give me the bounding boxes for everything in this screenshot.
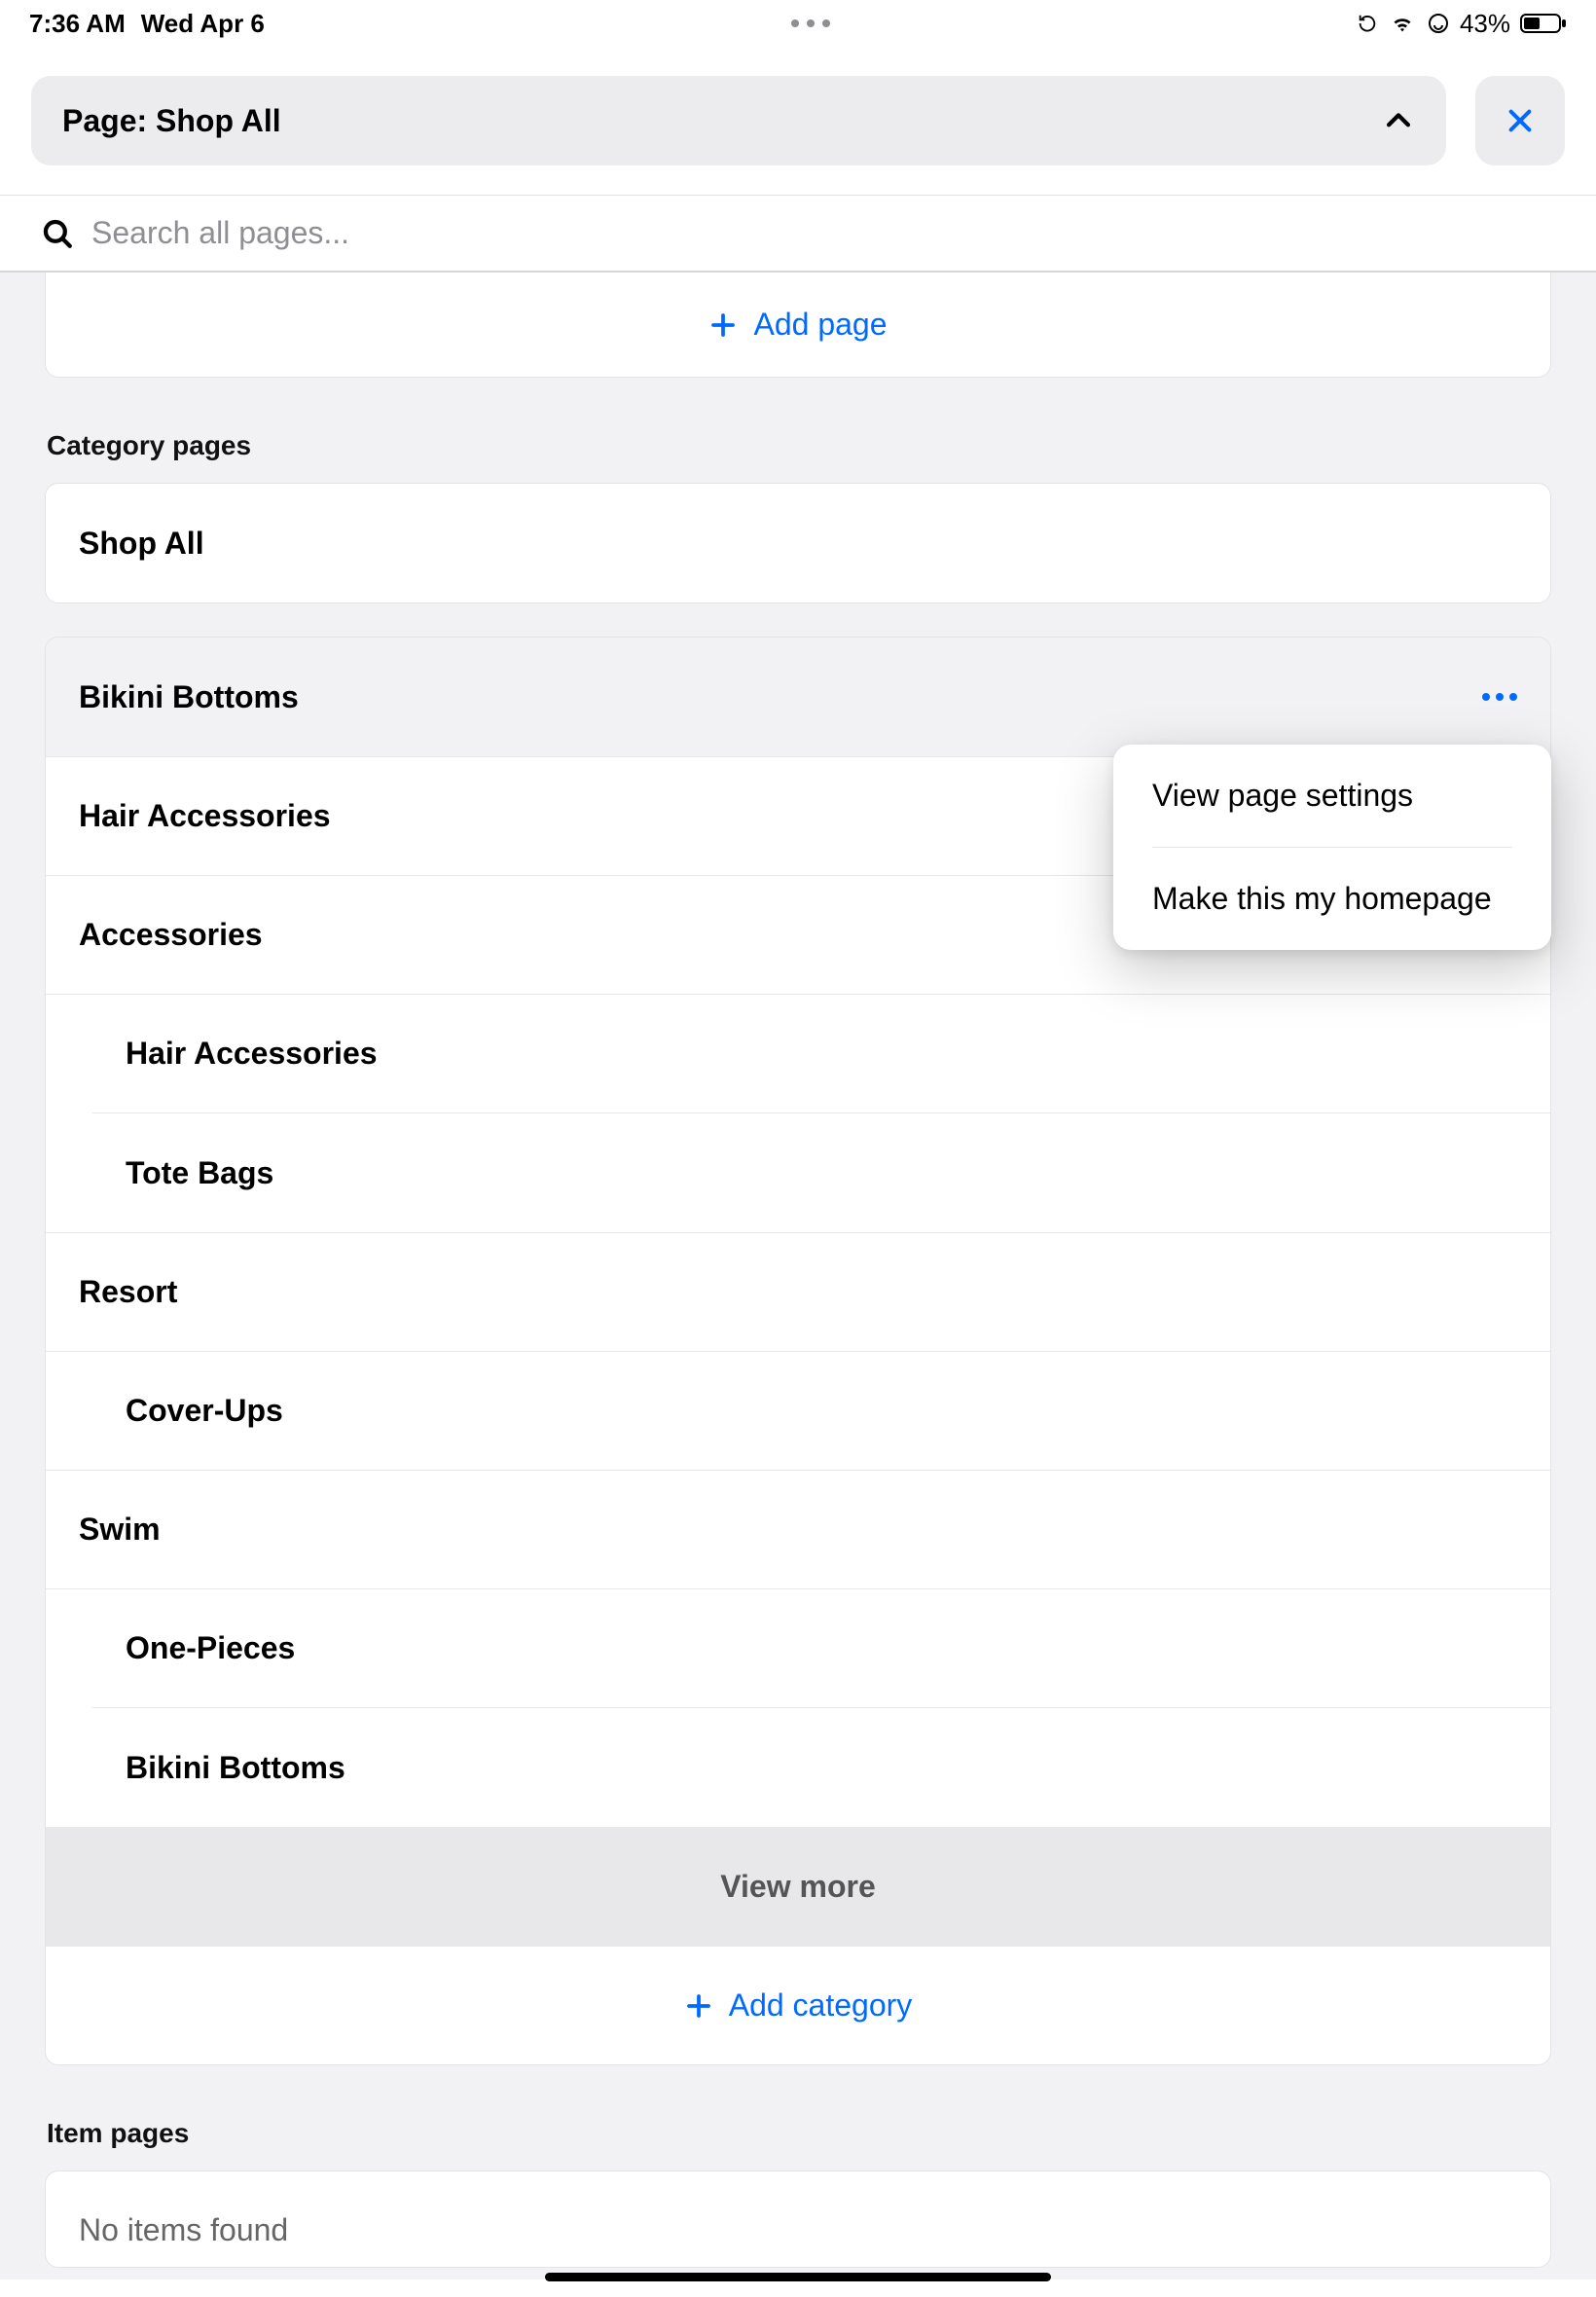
category-label: Hair Accessories xyxy=(79,798,331,834)
add-page-button[interactable]: Add page xyxy=(45,273,1551,378)
add-category-label: Add category xyxy=(729,1987,913,2024)
category-label: Swim xyxy=(79,1512,161,1548)
menu-label: View page settings xyxy=(1152,778,1413,813)
item-pages-card: No items found xyxy=(45,2170,1551,2268)
menu-label: Make this my homepage xyxy=(1152,881,1492,916)
subcategory-row[interactable]: One-Pieces xyxy=(46,1588,1550,1707)
menu-make-homepage[interactable]: Make this my homepage xyxy=(1113,848,1551,950)
context-menu: View page settings Make this my homepage xyxy=(1113,745,1551,950)
content-scroll[interactable]: Add page Category pages Shop All Bikini … xyxy=(0,273,1596,2279)
subcategory-row[interactable]: Cover-Ups xyxy=(46,1351,1550,1470)
battery-icon xyxy=(1520,12,1567,35)
item-pages-title: Item pages xyxy=(47,2118,1551,2149)
page-header: Page: Shop All xyxy=(0,47,1596,195)
category-row[interactable]: Resort xyxy=(46,1232,1550,1351)
home-indicator[interactable] xyxy=(545,2273,1051,2281)
category-label: Shop All xyxy=(79,526,204,562)
subcategory-row[interactable]: Hair Accessories xyxy=(46,994,1550,1112)
view-more-label: View more xyxy=(720,1869,875,1905)
menu-view-page-settings[interactable]: View page settings xyxy=(1113,745,1551,847)
status-time: 7:36 AM xyxy=(29,9,126,39)
subcategory-label: Bikini Bottoms xyxy=(126,1750,345,1786)
search-icon xyxy=(41,217,74,250)
plus-icon xyxy=(708,310,738,340)
close-icon xyxy=(1505,105,1536,136)
category-row[interactable]: Swim xyxy=(46,1470,1550,1588)
add-page-label: Add page xyxy=(753,307,887,343)
category-label: Accessories xyxy=(79,917,263,953)
category-row-shop-all: Shop All xyxy=(46,484,1550,602)
subcategory-row[interactable]: Bikini Bottoms xyxy=(46,1708,1550,1827)
items-empty-row: No items found xyxy=(46,2171,1550,2268)
category-label: Bikini Bottoms xyxy=(79,679,299,715)
subcategory-label: Cover-Ups xyxy=(126,1393,283,1429)
battery-percent: 43% xyxy=(1460,9,1510,39)
search-input[interactable] xyxy=(91,215,1555,251)
wifi-icon xyxy=(1388,12,1417,35)
page-selector[interactable]: Page: Shop All xyxy=(31,76,1446,165)
orientation-lock-icon xyxy=(1357,13,1378,34)
page-selector-label: Page: Shop All xyxy=(62,103,281,139)
subcategory-row[interactable]: Tote Bags xyxy=(46,1113,1550,1232)
subcategory-label: Tote Bags xyxy=(126,1155,273,1191)
items-empty-label: No items found xyxy=(79,2212,288,2248)
status-bar: 7:36 AM Wed Apr 6 43% xyxy=(0,0,1596,47)
do-not-disturb-icon xyxy=(1427,12,1450,35)
category-pages-title: Category pages xyxy=(47,430,1551,461)
category-label: Resort xyxy=(79,1274,177,1310)
search-row xyxy=(0,195,1596,273)
view-more-button[interactable]: View more xyxy=(46,1827,1550,1946)
plus-icon xyxy=(684,1991,713,2021)
add-category-button[interactable]: Add category xyxy=(46,1946,1550,2064)
chevron-up-icon xyxy=(1382,104,1415,137)
multitask-dots-icon xyxy=(791,19,830,27)
more-options-icon[interactable] xyxy=(1482,693,1517,701)
close-button[interactable] xyxy=(1475,76,1565,165)
subcategory-label: Hair Accessories xyxy=(126,1036,378,1072)
category-row[interactable]: Bikini Bottoms xyxy=(46,638,1550,756)
shop-all-card[interactable]: Shop All xyxy=(45,483,1551,603)
status-date: Wed Apr 6 xyxy=(141,9,265,39)
subcategory-label: One-Pieces xyxy=(126,1630,295,1666)
